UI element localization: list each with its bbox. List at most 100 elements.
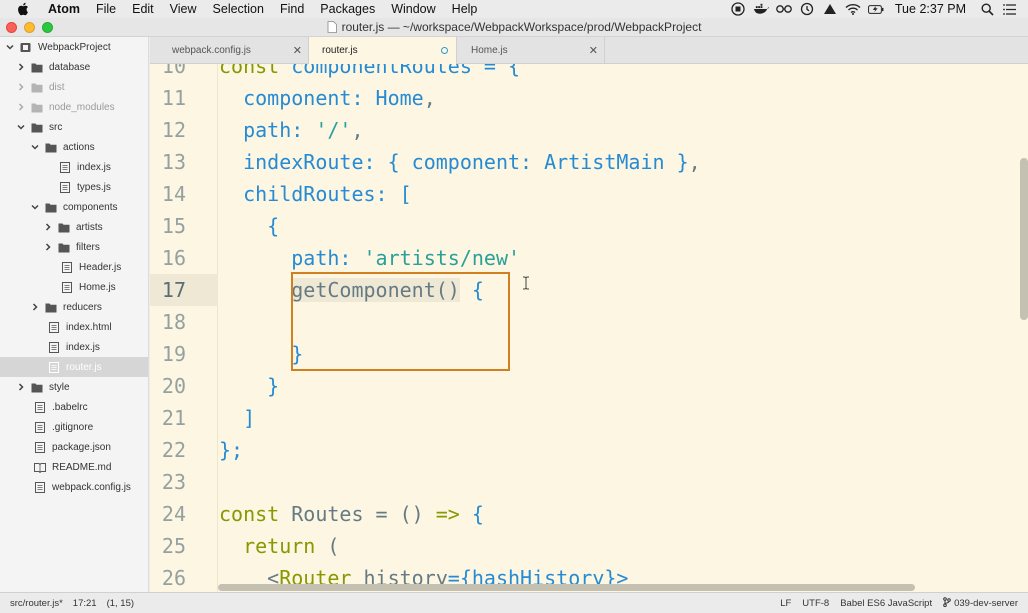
menu-selection[interactable]: Selection <box>213 2 264 16</box>
chevron-right-icon[interactable] <box>17 83 25 91</box>
tree-item-src-index-js[interactable]: index.js <box>0 337 148 357</box>
drive-icon[interactable] <box>822 2 838 16</box>
line-number[interactable]: 18 <box>150 306 186 338</box>
modified-indicator-icon[interactable] <box>441 47 448 54</box>
tree-item-dist[interactable]: dist <box>0 77 148 97</box>
line-number[interactable]: 16 <box>150 242 186 274</box>
line-number[interactable]: 11 <box>150 82 186 114</box>
docker-icon[interactable] <box>753 2 769 16</box>
tree-item-database[interactable]: database <box>0 57 148 77</box>
tree-item-src[interactable]: src <box>0 117 148 137</box>
tree-item-reducers[interactable]: reducers <box>0 297 148 317</box>
tree-item-home-js[interactable]: Home.js <box>0 277 148 297</box>
line-number[interactable]: 14 <box>150 178 186 210</box>
code-line[interactable]: path: '/', <box>219 114 363 146</box>
line-number[interactable]: 22 <box>150 434 186 466</box>
status-grammar[interactable]: Babel ES6 JavaScript <box>840 598 932 609</box>
tree-item-gitignore[interactable]: .gitignore <box>0 417 148 437</box>
chevron-down-icon[interactable] <box>31 143 39 151</box>
chevron-right-icon[interactable] <box>44 223 52 231</box>
menu-app-name[interactable]: Atom <box>48 2 80 16</box>
code-line[interactable]: { <box>219 210 279 242</box>
tree-item-artists[interactable]: artists <box>0 217 148 237</box>
code-line[interactable]: indexRoute: { component: ArtistMain }, <box>219 146 701 178</box>
chevron-right-icon[interactable] <box>17 63 25 71</box>
menu-window[interactable]: Window <box>391 2 435 16</box>
chevron-down-icon[interactable] <box>17 123 25 131</box>
line-number[interactable]: 23 <box>150 466 186 498</box>
record-icon[interactable] <box>730 2 746 16</box>
line-number[interactable]: 10 <box>150 64 186 82</box>
menu-help[interactable]: Help <box>452 2 478 16</box>
tree-item-node-modules[interactable]: node_modules <box>0 97 148 117</box>
zoom-window-button[interactable] <box>42 22 53 33</box>
close-window-button[interactable] <box>6 22 17 33</box>
status-encoding[interactable]: UTF-8 <box>802 598 829 609</box>
tree-item-package-json[interactable]: package.json <box>0 437 148 457</box>
minimize-window-button[interactable] <box>24 22 35 33</box>
code-editor[interactable]: 10 11 12 13 14 15 16 17 18 19 20 21 22 23 24 25 26 const… <box>150 64 1028 592</box>
tree-item-babelrc[interactable]: .babelrc <box>0 397 148 417</box>
line-number[interactable]: 20 <box>150 370 186 402</box>
tab-router-js[interactable]: router.js <box>309 37 457 64</box>
chevron-right-icon[interactable] <box>17 103 25 111</box>
vertical-scrollbar[interactable] <box>1020 158 1028 320</box>
menu-view[interactable]: View <box>170 2 197 16</box>
status-selection-count[interactable]: (1, 15) <box>107 598 134 609</box>
line-number[interactable]: 12 <box>150 114 186 146</box>
menu-edit[interactable]: Edit <box>132 2 154 16</box>
notification-center-icon[interactable] <box>1002 2 1018 16</box>
search-icon[interactable] <box>979 2 995 16</box>
line-number[interactable]: 15 <box>150 210 186 242</box>
line-number[interactable]: 25 <box>150 530 186 562</box>
chevron-down-icon[interactable] <box>31 203 39 211</box>
tree-item-header-js[interactable]: Header.js <box>0 257 148 277</box>
tree-item-webpack-config[interactable]: webpack.config.js <box>0 477 148 497</box>
tree-item-types-js[interactable]: types.js <box>0 177 148 197</box>
chevron-right-icon[interactable] <box>31 303 39 311</box>
time-machine-icon[interactable] <box>799 2 815 16</box>
chevron-down-icon[interactable] <box>6 43 14 51</box>
code-line[interactable]: return ( <box>219 530 339 562</box>
line-number[interactable]: 21 <box>150 402 186 434</box>
line-number[interactable]: 24 <box>150 498 186 530</box>
code-line[interactable]: }; <box>219 434 243 466</box>
line-number[interactable]: 17 <box>150 274 186 306</box>
close-icon[interactable]: ✕ <box>293 44 302 57</box>
menu-file[interactable]: File <box>96 2 116 16</box>
wifi-icon[interactable] <box>845 2 861 16</box>
tree-item-style[interactable]: style <box>0 377 148 397</box>
chevron-right-icon[interactable] <box>17 383 25 391</box>
tree-item-actions-index-js[interactable]: index.js <box>0 157 148 177</box>
tree-item-filters[interactable]: filters <box>0 237 148 257</box>
code-line[interactable]: path: 'artists/new' <box>219 242 520 274</box>
tab-webpack-config[interactable]: webpack.config.js ✕ <box>150 37 309 64</box>
code-line[interactable]: ] <box>219 402 255 434</box>
line-number[interactable]: 13 <box>150 146 186 178</box>
status-file-path[interactable]: src/router.js* <box>10 598 63 609</box>
line-number[interactable]: 26 <box>150 562 186 592</box>
tree-item-components[interactable]: components <box>0 197 148 217</box>
code-line[interactable]: component: Home, <box>219 82 436 114</box>
tree-item-router-js[interactable]: router.js <box>0 357 148 377</box>
tree-item-webpackproject[interactable]: WebpackProject <box>0 37 148 57</box>
code-line[interactable]: const componentRoutes = { <box>219 64 520 82</box>
status-cursor-position[interactable]: 17:21 <box>73 598 97 609</box>
status-git-branch[interactable]: 039-dev-server <box>943 596 1018 610</box>
menu-clock[interactable]: Tue 2:37 PM <box>895 2 966 16</box>
close-icon[interactable]: ✕ <box>589 44 598 57</box>
code-line[interactable]: } <box>219 370 279 402</box>
menu-packages[interactable]: Packages <box>320 2 375 16</box>
tab-home-js[interactable]: Home.js ✕ <box>457 37 605 64</box>
chevron-right-icon[interactable] <box>44 243 52 251</box>
battery-icon[interactable] <box>867 2 884 16</box>
status-line-ending[interactable]: LF <box>780 598 791 609</box>
tree-item-index-html[interactable]: index.html <box>0 317 148 337</box>
tree-item-readme[interactable]: README.md <box>0 457 148 477</box>
code-line[interactable]: const Routes = () => { <box>219 498 484 530</box>
glasses-icon[interactable] <box>776 2 792 16</box>
horizontal-scrollbar[interactable] <box>218 584 915 591</box>
line-number[interactable]: 19 <box>150 338 186 370</box>
apple-icon[interactable] <box>16 2 30 16</box>
menu-find[interactable]: Find <box>280 2 304 16</box>
